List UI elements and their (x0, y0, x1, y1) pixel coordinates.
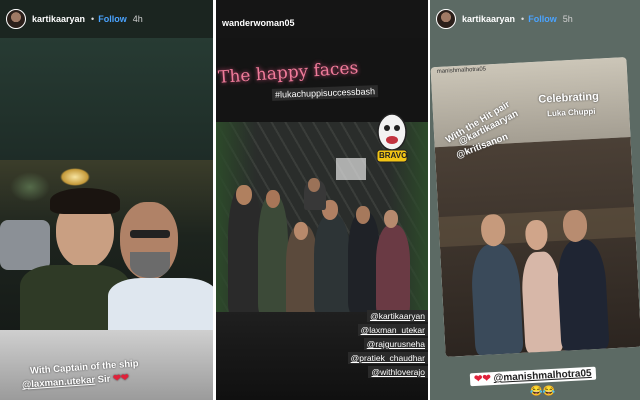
follow-button[interactable]: Follow (528, 14, 557, 24)
story-header: kartikaaryan • Follow 4h (0, 0, 213, 38)
avatar[interactable] (436, 9, 456, 29)
story-photo (0, 160, 213, 330)
heart-icon: ❤❤ (112, 372, 130, 385)
reshared-story-card[interactable]: manishmalhotra05 With the Hit pair @kart… (430, 57, 640, 357)
follow-button[interactable]: Follow (98, 14, 127, 24)
story-panel-1[interactable]: kartikaaryan • Follow 4h With Captain of… (0, 0, 213, 400)
story-panel-3[interactable]: kartikaaryan • Follow 5h manishmalhotra0… (430, 0, 640, 400)
tag-link[interactable]: @withloverajo (368, 366, 428, 378)
dark-background (0, 38, 213, 160)
story-panel-2[interactable]: wanderwoman05 The happy faces #lukachupp… (216, 0, 428, 400)
laughing-emoji-icon: 😂😂 (530, 386, 555, 397)
sticker-text: BRAVO (379, 151, 408, 160)
heart-icon: ❤❤ (473, 373, 492, 386)
tag-link[interactable]: @kartikaaryan (367, 310, 428, 322)
username[interactable]: wanderwoman05 (222, 18, 295, 28)
story-header: kartikaaryan • Follow 5h (430, 0, 640, 38)
caption-suffix: Sir (97, 373, 111, 386)
bravo-sticker: BRAVO (374, 112, 410, 164)
username[interactable]: kartikaaryan (462, 14, 515, 24)
bottom-mention-tag: ❤❤ @manishmalhotra05 (469, 366, 596, 387)
story-age: 4h (132, 14, 143, 24)
tag-link[interactable]: @pratiek_chaudhar (347, 352, 428, 364)
tag-link[interactable]: @rajgurusneha (363, 338, 428, 350)
instagram-stories-collage: kartikaaryan • Follow 4h With Captain of… (0, 0, 640, 400)
card-photo (434, 136, 640, 357)
separator-dot: • (91, 14, 95, 24)
story-age: 5h (562, 14, 573, 24)
separator-dot: • (521, 14, 525, 24)
avatar[interactable] (6, 9, 26, 29)
tag-link[interactable]: @laxman_utekar (357, 324, 428, 336)
username[interactable]: kartikaaryan (32, 14, 85, 24)
mention-link[interactable]: @manishmalhotra05 (493, 368, 592, 384)
